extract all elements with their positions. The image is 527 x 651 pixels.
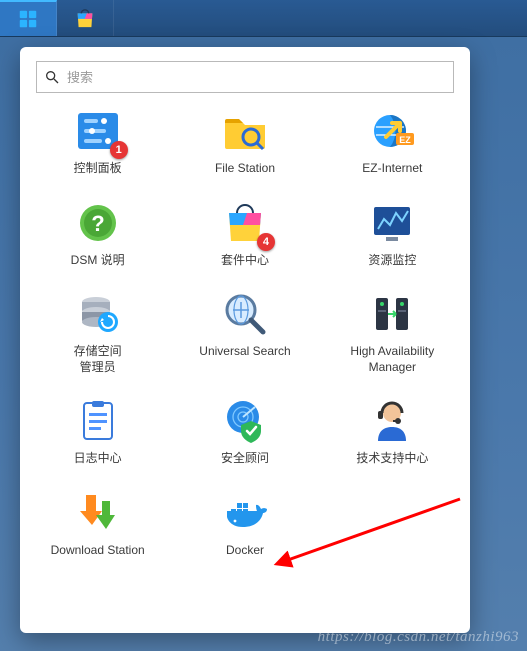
app-label: 资源监控: [368, 253, 416, 269]
app-label: 安全顾问: [221, 451, 269, 467]
app-label: 控制面板: [74, 161, 122, 177]
search-icon: [44, 69, 60, 85]
app-label: Download Station: [51, 543, 145, 559]
help-icon: ?: [74, 199, 122, 247]
desktop: 1 控制面板 File Station: [0, 37, 527, 651]
svg-text:?: ?: [91, 211, 104, 236]
app-grid: 1 控制面板 File Station: [20, 107, 470, 559]
main-menu-button[interactable]: [0, 0, 57, 36]
watermark: https://blog.csdn.net/tanzhi963: [318, 629, 519, 646]
app-ez-internet[interactable]: EZ EZ-Internet: [321, 107, 464, 177]
disk-stack-icon: [74, 290, 122, 338]
server-pair-icon: [368, 290, 416, 338]
app-log-center[interactable]: 日志中心: [26, 397, 169, 467]
app-label: Universal Search: [199, 344, 290, 360]
search-input[interactable]: [36, 61, 454, 93]
app-menu-panel: 1 控制面板 File Station: [20, 47, 470, 633]
clipboard-list-icon: [74, 397, 122, 445]
app-label: DSM 说明: [71, 253, 125, 269]
search-container: [36, 61, 454, 93]
app-docker[interactable]: Docker: [173, 489, 316, 559]
app-support-center[interactable]: 技术支持中心: [321, 397, 464, 467]
magnifier-globe-icon: [221, 290, 269, 338]
app-file-station[interactable]: File Station: [173, 107, 316, 177]
app-control-panel[interactable]: 1 控制面板: [26, 107, 169, 177]
app-label: Docker: [226, 543, 264, 559]
app-label: File Station: [215, 161, 275, 177]
radar-shield-icon: [221, 397, 269, 445]
taskbar: [0, 0, 527, 37]
app-universal-search[interactable]: Universal Search: [173, 290, 316, 375]
docker-whale-icon: [221, 489, 269, 537]
app-label: High AvailabilityManager: [350, 344, 434, 375]
download-arrows-icon: [74, 489, 122, 537]
app-ha-manager[interactable]: High AvailabilityManager: [321, 290, 464, 375]
app-label: EZ-Internet: [362, 161, 422, 177]
app-label: 技术支持中心: [356, 451, 428, 467]
app-security-advisor[interactable]: 安全顾问: [173, 397, 316, 467]
support-agent-icon: [368, 397, 416, 445]
app-label: 存储空间管理员: [74, 344, 122, 375]
app-download-station[interactable]: Download Station: [26, 489, 169, 559]
app-dsm-help[interactable]: ? DSM 说明: [26, 199, 169, 269]
badge: 4: [257, 233, 275, 251]
app-storage-manager[interactable]: 存储空间管理员: [26, 290, 169, 375]
app-package-center[interactable]: 4 套件中心: [173, 199, 316, 269]
apps-grid-icon: [17, 8, 39, 30]
folder-search-icon: [221, 107, 269, 155]
chart-monitor-icon: [368, 199, 416, 247]
app-label: 套件中心: [221, 253, 269, 269]
app-resource-monitor[interactable]: 资源监控: [321, 199, 464, 269]
globe-arrow-icon: EZ: [368, 107, 416, 155]
package-center-taskbar-button[interactable]: [57, 0, 114, 36]
app-label: 日志中心: [74, 451, 122, 467]
shopping-bag-icon: [74, 7, 96, 29]
svg-text:EZ: EZ: [400, 135, 412, 145]
badge: 1: [110, 141, 128, 159]
